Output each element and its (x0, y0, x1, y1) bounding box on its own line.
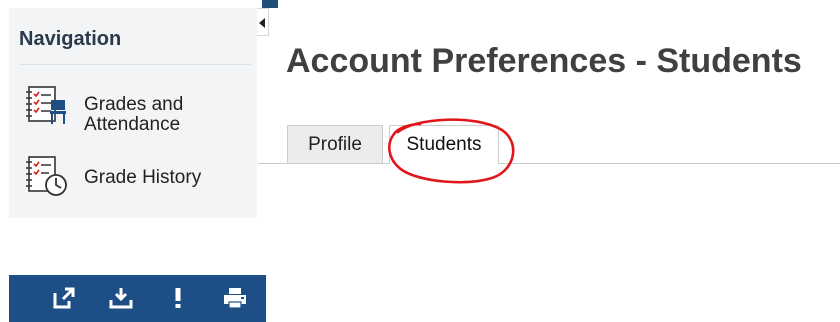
collapse-sidebar-button[interactable] (257, 8, 269, 36)
sidebar-item-grades-attendance[interactable]: Grades and Attendance (9, 76, 257, 136)
page-title: Account Preferences - Students (286, 42, 802, 80)
navigation-sidebar: Navigation Grades and Attendance Grade H… (9, 8, 257, 218)
grades-attendance-icon (25, 84, 69, 128)
alert-icon[interactable] (165, 285, 191, 311)
bottom-toolbar (9, 275, 266, 322)
sidebar-item-label-line1: Grades and (84, 94, 184, 115)
sidebar-item-label-line2: Attendance (84, 114, 181, 135)
sidebar-item-label: Grade History (84, 167, 202, 188)
tab-bar-divider (258, 163, 840, 164)
top-accent-bar (262, 0, 278, 8)
grade-history-icon (25, 154, 69, 198)
tab-students[interactable]: Students (389, 125, 499, 164)
external-link-icon[interactable] (51, 285, 77, 311)
navigation-title: Navigation (19, 28, 122, 50)
tab-profile[interactable]: Profile (287, 125, 383, 163)
print-icon[interactable] (222, 285, 248, 311)
sidebar-item-grade-history[interactable]: Grade History (9, 148, 257, 208)
navigation-divider (19, 64, 251, 65)
download-icon[interactable] (108, 285, 134, 311)
